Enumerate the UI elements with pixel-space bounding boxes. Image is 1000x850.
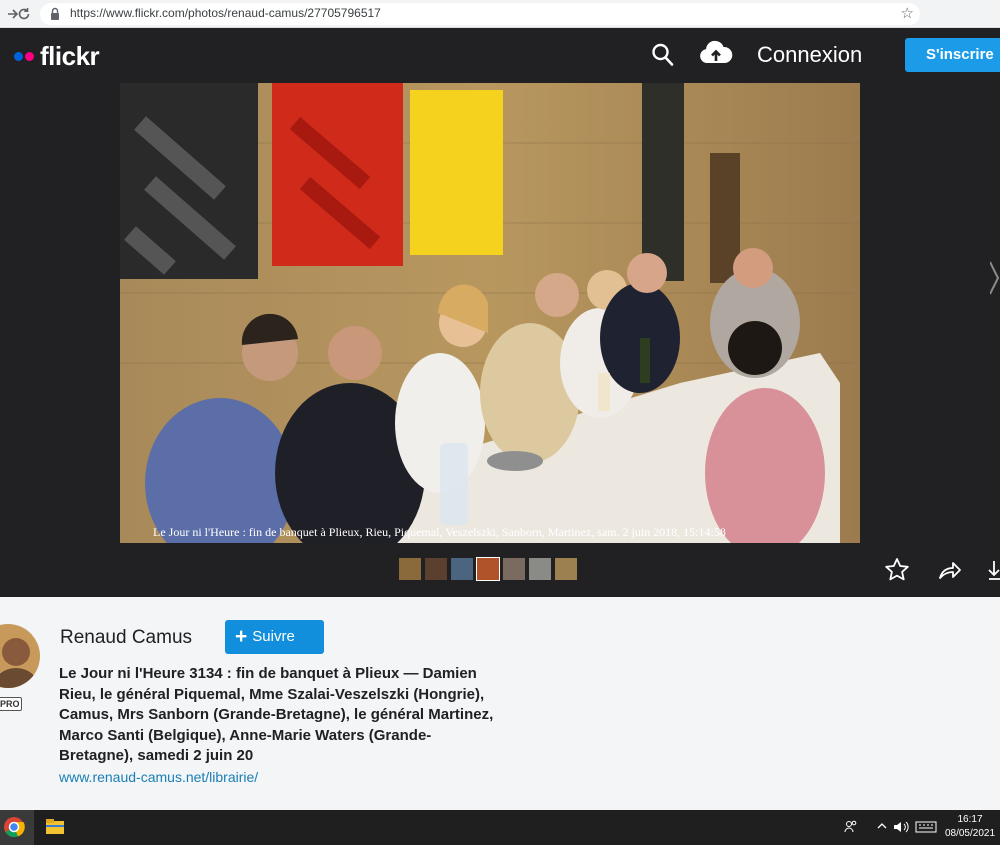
thumbnail[interactable]	[555, 558, 577, 580]
flickr-header: flickr Connexion S'inscrire	[0, 28, 1000, 83]
photo-info-panel: PRO Renaud Camus + Suivre Le Jour ni l'He…	[0, 597, 1000, 810]
windows-taskbar: 16:17 08/05/2021	[0, 810, 1000, 845]
thumbnail[interactable]	[425, 558, 447, 580]
volume-icon[interactable]	[893, 820, 911, 837]
favorite-star-icon[interactable]	[884, 557, 910, 588]
url-text: https://www.flickr.com/photos/renaud-cam…	[70, 6, 381, 20]
thumbnail-current[interactable]	[476, 557, 500, 581]
photostream-thumbnails	[399, 557, 577, 581]
follow-button[interactable]: + Suivre	[225, 620, 324, 654]
photo-caption: Le Jour ni l'Heure : fin de banquet à Pl…	[153, 525, 726, 539]
login-link[interactable]: Connexion	[757, 42, 862, 68]
thumbnail[interactable]	[451, 558, 473, 580]
logo-blue-dot	[14, 51, 23, 61]
main-photo[interactable]: Le Jour ni l'Heure : fin de banquet à Pl…	[120, 83, 860, 543]
chrome-taskbar-icon[interactable]	[0, 810, 34, 845]
browser-toolbar: https://www.flickr.com/photos/renaud-cam…	[0, 0, 1000, 28]
thumbnail[interactable]	[503, 558, 525, 580]
photo-stage: Le Jour ni l'Heure : fin de banquet à Pl…	[0, 83, 1000, 597]
file-explorer-taskbar-icon[interactable]	[40, 810, 74, 845]
system-clock[interactable]: 16:17 08/05/2021	[944, 813, 996, 841]
follow-label: Suivre	[252, 628, 295, 645]
photo-image: Le Jour ni l'Heure : fin de banquet à Pl…	[120, 83, 860, 543]
reload-icon[interactable]	[14, 4, 34, 24]
logo-text: flickr	[40, 40, 100, 71]
thumbnail[interactable]	[529, 558, 551, 580]
logo-pink-dot	[25, 51, 34, 61]
thumbnail[interactable]	[399, 558, 421, 580]
pro-badge: PRO	[0, 697, 22, 711]
bookmark-star-icon[interactable]: ☆	[901, 4, 914, 22]
description-link[interactable]: www.renaud-camus.net/librairie/	[59, 769, 258, 785]
upload-cloud-icon[interactable]	[699, 40, 733, 71]
author-avatar[interactable]	[0, 624, 40, 688]
next-photo-chevron-icon[interactable]	[989, 258, 1000, 305]
address-bar[interactable]: https://www.flickr.com/photos/renaud-cam…	[40, 3, 920, 25]
lock-icon	[51, 7, 59, 20]
plus-icon: +	[235, 625, 248, 648]
photo-title: Le Jour ni l'Heure 3134 : fin de banquet…	[59, 665, 494, 764]
people-icon[interactable]	[844, 820, 858, 837]
search-icon[interactable]	[651, 42, 675, 73]
share-arrow-icon[interactable]	[937, 557, 963, 588]
clock-time: 16:17	[957, 814, 983, 825]
flickr-logo[interactable]: flickr	[14, 40, 100, 71]
download-icon[interactable]	[988, 557, 1000, 588]
clock-date: 08/05/2021	[944, 828, 996, 839]
tray-chevron-up-icon[interactable]	[876, 820, 888, 835]
signup-button[interactable]: S'inscrire	[905, 38, 1000, 72]
keyboard-icon[interactable]	[915, 820, 937, 837]
author-name[interactable]: Renaud Camus	[60, 627, 192, 649]
